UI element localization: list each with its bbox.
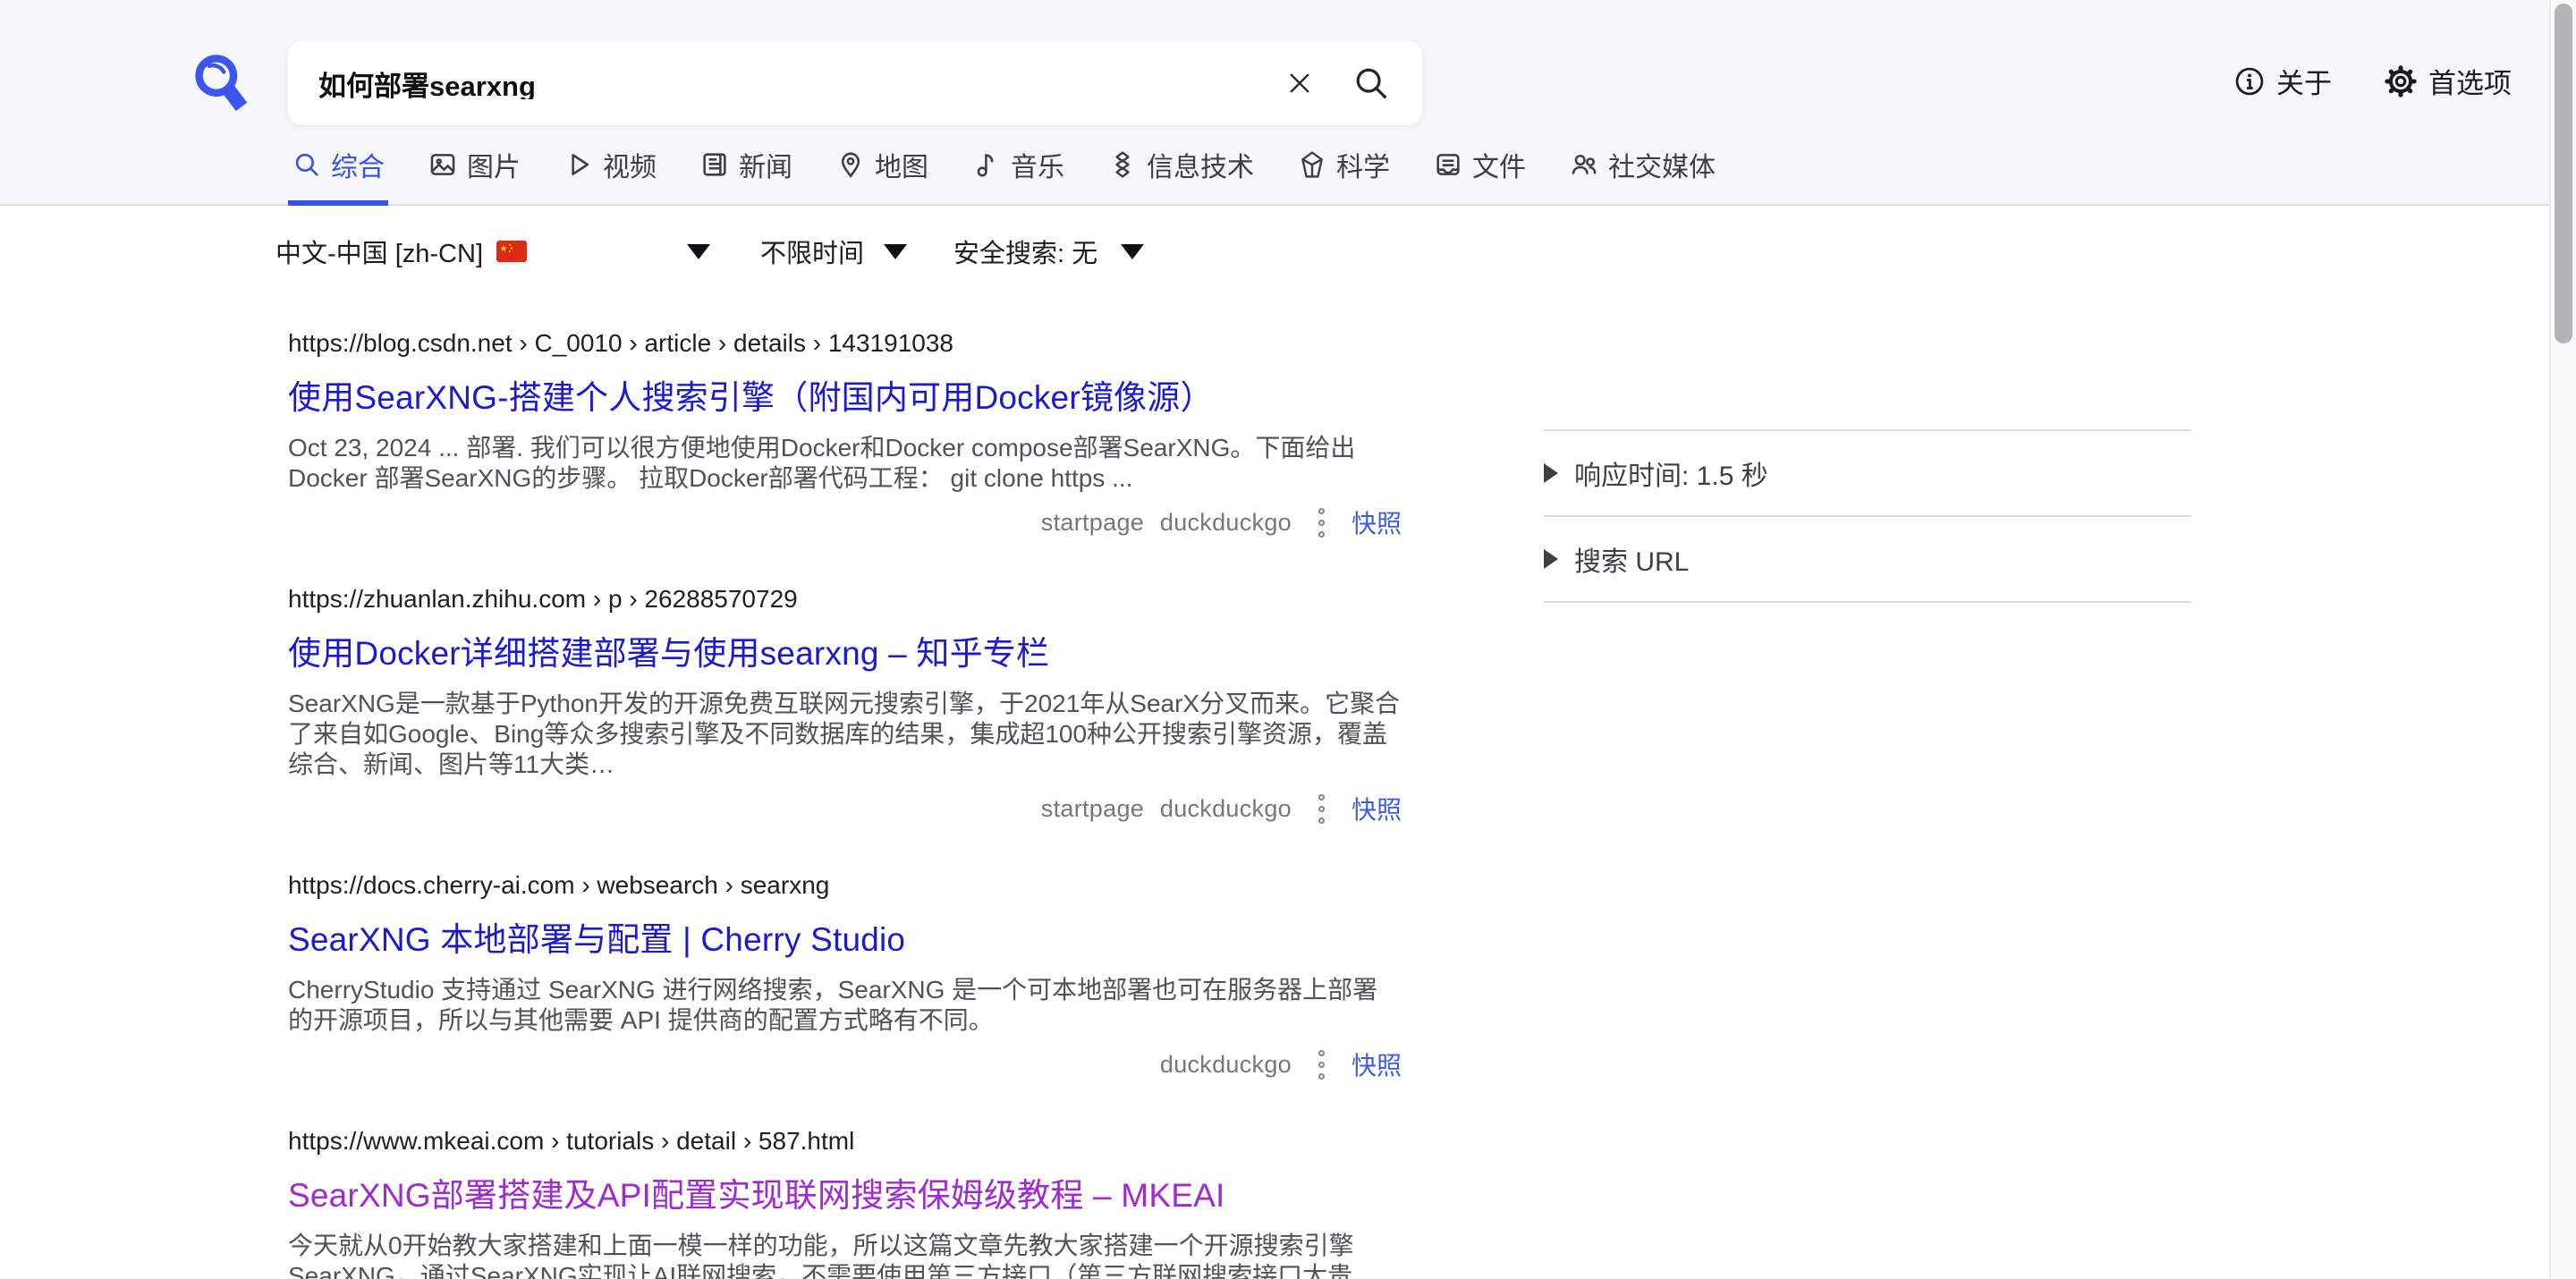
close-icon bbox=[1284, 68, 1315, 98]
search-submit-button[interactable] bbox=[1351, 63, 1392, 104]
result-footer: startpage duckduckgo 快照 bbox=[288, 504, 1402, 540]
china-flag-icon bbox=[496, 240, 528, 263]
response-time-label: 响应时间: 1.5 秒 bbox=[1574, 453, 1768, 493]
result-snippet: CherryStudio 支持通过 SearXNG 进行网络搜索，SearXNG… bbox=[288, 975, 1402, 1036]
tab-files[interactable]: 文件 bbox=[1429, 145, 1530, 206]
chevron-down-icon bbox=[1121, 244, 1144, 259]
search-url-label: 搜索 URL bbox=[1574, 539, 1689, 579]
tab-label: 社交媒体 bbox=[1608, 145, 1716, 184]
tab-label: 文件 bbox=[1472, 145, 1526, 184]
info-sidebar: 响应时间: 1.5 秒 搜索 URL bbox=[1544, 429, 2191, 603]
search-icon bbox=[1351, 63, 1392, 104]
preferences-link[interactable]: 首选项 bbox=[2384, 61, 2512, 101]
search-category-icon bbox=[292, 149, 322, 180]
chevron-down-icon bbox=[687, 244, 710, 259]
cached-link[interactable]: 快照 bbox=[1352, 791, 1402, 826]
result-footer: startpage duckduckgo 快照 bbox=[288, 791, 1402, 826]
tab-label: 信息技术 bbox=[1147, 145, 1254, 184]
search-result-3: https://docs.cherry-ai.com › websearch ›… bbox=[288, 871, 1402, 1082]
cube-icon bbox=[1297, 149, 1327, 180]
tab-social[interactable]: 社交媒体 bbox=[1565, 145, 1719, 206]
tab-label: 图片 bbox=[467, 145, 521, 184]
chevron-right-icon bbox=[1544, 549, 1558, 569]
people-icon bbox=[1569, 149, 1599, 180]
more-options-icon[interactable] bbox=[1317, 506, 1326, 539]
more-options-icon[interactable] bbox=[1317, 1048, 1326, 1081]
tab-videos[interactable]: 视频 bbox=[560, 145, 660, 206]
result-engines: duckduckgo bbox=[1160, 1051, 1292, 1079]
safesearch-value: 安全搜索: 无 bbox=[953, 233, 1097, 270]
result-engines: startpage duckduckgo bbox=[1041, 795, 1292, 823]
search-result-4: https://www.mkeai.com › tutorials › deta… bbox=[288, 1127, 1402, 1279]
more-options-icon[interactable] bbox=[1317, 792, 1326, 826]
tab-images[interactable]: 图片 bbox=[424, 145, 524, 206]
result-url[interactable]: https://docs.cherry-ai.com › websearch ›… bbox=[288, 871, 1402, 900]
gear-icon bbox=[2384, 64, 2418, 98]
tab-label: 新闻 bbox=[739, 145, 792, 184]
chevron-right-icon bbox=[1544, 463, 1558, 483]
cached-link[interactable]: 快照 bbox=[1352, 504, 1402, 540]
result-snippet: Oct 23, 2024 ... 部署. 我们可以很方便地使用Docker和Do… bbox=[288, 433, 1402, 494]
chevron-down-icon bbox=[884, 244, 907, 259]
play-icon bbox=[564, 149, 594, 180]
layers-icon bbox=[1107, 149, 1138, 180]
response-time-toggle[interactable]: 响应时间: 1.5 秒 bbox=[1544, 431, 2191, 515]
music-note-icon bbox=[971, 149, 1002, 180]
search-url-toggle[interactable]: 搜索 URL bbox=[1544, 517, 2191, 601]
safesearch-select[interactable]: 安全搜索: 无 bbox=[953, 233, 1144, 270]
language-value: 中文-中国 [zh-CN] bbox=[275, 233, 483, 270]
scrollbar-thumb[interactable] bbox=[2555, 4, 2572, 343]
result-title[interactable]: SearXNG 本地部署与配置 | Cherry Studio bbox=[288, 912, 1402, 961]
searxng-logo-icon bbox=[188, 48, 252, 123]
result-snippet: SearXNG是一款基于Python开发的开源免费互联网元搜索引擎，于2021年… bbox=[288, 689, 1402, 780]
map-pin-icon bbox=[835, 149, 866, 180]
cached-link[interactable]: 快照 bbox=[1352, 1046, 1402, 1082]
tab-label: 地图 bbox=[875, 145, 928, 184]
result-title[interactable]: 使用Docker详细搭建部署与使用searxng – 知乎专栏 bbox=[288, 626, 1402, 674]
tab-map[interactable]: 地图 bbox=[832, 145, 932, 206]
language-select[interactable]: 中文-中国 [zh-CN] bbox=[275, 233, 710, 270]
tab-label: 综合 bbox=[331, 145, 385, 184]
result-url[interactable]: https://zhuanlan.zhihu.com › p › 2628857… bbox=[288, 585, 1402, 614]
search-result-2: https://zhuanlan.zhihu.com › p › 2628857… bbox=[288, 585, 1402, 826]
about-link[interactable]: 关于 bbox=[2233, 61, 2332, 101]
tab-science[interactable]: 科学 bbox=[1293, 145, 1394, 206]
search-input[interactable] bbox=[318, 67, 1284, 99]
tab-label: 音乐 bbox=[1011, 145, 1064, 184]
result-snippet: 今天就从0开始教大家搭建和上面一模一样的功能，所以这篇文章先教大家搭建一个开源搜… bbox=[288, 1231, 1402, 1279]
search-filters: 中文-中国 [zh-CN] 不限时间 安全搜索: 无 bbox=[275, 233, 2576, 270]
result-engines: startpage duckduckgo bbox=[1041, 509, 1292, 537]
result-title-visited[interactable]: SearXNG部署搭建及API配置实现联网搜索保姆级教程 – MKEAI bbox=[288, 1168, 1402, 1216]
result-url[interactable]: https://blog.csdn.net › C_0010 › article… bbox=[288, 329, 1402, 358]
site-header: 关于 首选项 综合 图片 bbox=[0, 0, 2576, 206]
tab-label: 视频 bbox=[603, 145, 657, 184]
search-result-1: https://blog.csdn.net › C_0010 › article… bbox=[288, 329, 1402, 540]
time-range-value: 不限时间 bbox=[760, 233, 864, 270]
tab-music[interactable]: 音乐 bbox=[968, 145, 1068, 206]
about-label: 关于 bbox=[2276, 61, 2332, 101]
header-utility-nav: 关于 首选项 bbox=[2233, 61, 2512, 101]
tab-news[interactable]: 新闻 bbox=[696, 145, 796, 206]
search-form bbox=[288, 41, 1422, 125]
clear-search-button[interactable] bbox=[1284, 68, 1315, 98]
image-icon bbox=[428, 149, 458, 180]
page-scrollbar[interactable] bbox=[2549, 0, 2576, 1279]
info-icon bbox=[2233, 65, 2266, 97]
time-range-select[interactable]: 不限时间 bbox=[760, 233, 907, 270]
main-content: https://blog.csdn.net › C_0010 › article… bbox=[0, 329, 2576, 1279]
result-url[interactable]: https://www.mkeai.com › tutorials › deta… bbox=[288, 1127, 1402, 1156]
preferences-label: 首选项 bbox=[2428, 61, 2512, 101]
result-footer: duckduckgo 快照 bbox=[288, 1046, 1402, 1082]
category-tabs: 综合 图片 视频 新闻 地图 bbox=[288, 145, 1719, 206]
divider bbox=[1544, 601, 2191, 603]
newspaper-icon bbox=[699, 149, 730, 180]
tab-label: 科学 bbox=[1336, 145, 1390, 184]
result-title[interactable]: 使用SearXNG-搭建个人搜索引擎（附国内可用Docker镜像源） bbox=[288, 370, 1402, 419]
file-tray-icon bbox=[1433, 149, 1463, 180]
tab-it[interactable]: 信息技术 bbox=[1104, 145, 1258, 206]
tab-general[interactable]: 综合 bbox=[288, 145, 388, 206]
results-list: https://blog.csdn.net › C_0010 › article… bbox=[288, 329, 1402, 1279]
